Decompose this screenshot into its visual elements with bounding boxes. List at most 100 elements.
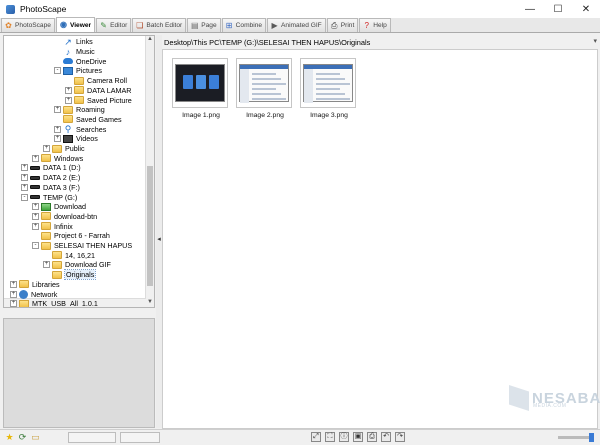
tree-item[interactable]: - SELESAI THEN HAPUS <box>32 241 132 251</box>
expand-icon[interactable]: + <box>10 290 17 298</box>
tree-item[interactable]: + DATA 3 (F:) <box>21 183 80 193</box>
expand-icon[interactable]: + <box>32 222 39 230</box>
expand-icon[interactable]: + <box>65 96 72 104</box>
tree-item[interactable]: Project 6 - Farrah <box>32 231 110 241</box>
status-field-1 <box>68 432 116 443</box>
folder-icon <box>74 86 84 95</box>
folder-open-icon[interactable]: ▭ <box>30 432 41 443</box>
folder-icon <box>74 96 84 105</box>
tree-item[interactable]: + Network <box>10 289 57 299</box>
tree-item[interactable]: - Pictures <box>54 66 102 76</box>
expand-icon[interactable]: + <box>54 135 61 143</box>
thumbnail-item[interactable]: Image 1.png <box>172 58 230 119</box>
thumbnail-image <box>175 64 225 102</box>
tree-item[interactable]: + Infinix <box>32 221 73 231</box>
collapse-icon[interactable]: - <box>21 193 28 201</box>
tree-item[interactable]: + MTK_USB_All_1.0.1 <box>10 299 98 308</box>
info-icon[interactable]: ⓘ <box>339 432 349 442</box>
tree-item[interactable]: OneDrive <box>54 56 106 66</box>
tree-item[interactable]: - TEMP (G:) <box>21 192 77 202</box>
tab-combine[interactable]: ⊞ Combine <box>221 18 267 32</box>
tree-item[interactable]: + DATA LAMAR <box>65 86 131 96</box>
expand-icon[interactable]: + <box>43 145 50 153</box>
redo-icon[interactable]: ↷ <box>395 432 405 442</box>
photoscape-icon: ✿ <box>5 20 12 30</box>
expand-icon[interactable]: + <box>21 174 28 182</box>
save-icon[interactable]: ▣ <box>353 432 363 442</box>
collapse-icon[interactable]: - <box>54 67 61 75</box>
expand-icon[interactable]: + <box>43 261 50 269</box>
tree-item-label: OneDrive <box>76 56 107 66</box>
tree-item[interactable]: Saved Games <box>54 115 122 125</box>
expand-icon[interactable]: + <box>21 183 28 191</box>
thumbnail-item[interactable]: Image 3.png <box>300 58 358 119</box>
tab-animated-gif[interactable]: ▶ Animated GIF <box>267 18 326 32</box>
preview-card <box>196 75 206 89</box>
tree-item[interactable]: + DATA 1 (D:) <box>21 163 81 173</box>
fullscreen-icon[interactable]: ⛶ <box>325 432 335 442</box>
fit-icon[interactable]: ⤢ <box>311 432 321 442</box>
tab-batch-editor[interactable]: ❏ Batch Editor <box>132 18 187 32</box>
tree-item[interactable]: Camera Roll <box>65 76 127 86</box>
net-icon <box>19 289 28 299</box>
scroll-up-icon[interactable]: ▲ <box>146 36 154 44</box>
tree-item[interactable]: 14, 16,21 <box>43 250 95 260</box>
expand-icon[interactable]: + <box>32 212 39 220</box>
tree-item[interactable]: ♪ Music <box>54 47 95 57</box>
tree-item[interactable]: + Libraries <box>10 280 60 290</box>
expand-icon[interactable]: + <box>10 280 17 288</box>
undo-icon[interactable]: ↶ <box>381 432 391 442</box>
expand-icon[interactable]: + <box>21 164 28 172</box>
thumbnail-frame[interactable] <box>236 58 292 108</box>
star-icon[interactable]: ★ <box>4 432 15 443</box>
tree-scroll-thumb[interactable] <box>147 166 153 286</box>
expand-icon[interactable]: + <box>10 300 17 307</box>
path-menu-icon[interactable]: ▾ <box>593 37 597 45</box>
tree-item[interactable]: + Windows <box>32 153 83 163</box>
tree-item[interactable]: + Download <box>32 202 86 212</box>
thumbnail-item[interactable]: Image 2.png <box>236 58 294 119</box>
minimize-button[interactable]: — <box>516 0 544 18</box>
thumbnail-frame[interactable] <box>172 58 228 108</box>
tree-item[interactable]: Originals <box>43 269 97 281</box>
tab-photoscape[interactable]: ✿ PhotoScape <box>1 18 55 32</box>
expand-icon[interactable]: + <box>32 203 39 211</box>
tab-viewer[interactable]: ◉ Viewer <box>55 17 96 32</box>
window-title: PhotoScape <box>20 4 67 14</box>
expand-icon[interactable]: + <box>54 106 61 114</box>
tab-editor[interactable]: ✎ Editor <box>96 18 132 32</box>
print-small-icon[interactable]: ⎙ <box>367 432 377 442</box>
expand-icon[interactable]: + <box>32 154 39 162</box>
folder-tree[interactable]: ▲ ▼ ↗ Links ♪ Music OneDrive - Pictures Camera … <box>3 35 155 308</box>
tab-print[interactable]: ⎙ Print <box>326 18 359 32</box>
preview-line <box>316 93 345 95</box>
zoom-knob[interactable] <box>589 433 594 442</box>
collapse-icon[interactable]: - <box>32 242 39 250</box>
tree-item[interactable]: ↗ Links <box>54 37 93 47</box>
tree-item[interactable]: + Saved Picture <box>65 95 132 105</box>
rotate-icon[interactable]: ⟳ <box>17 432 28 443</box>
tree-item[interactable]: + Videos <box>54 134 98 144</box>
close-button[interactable]: ✕ <box>572 0 600 18</box>
tree-item[interactable]: + Roaming <box>54 105 105 115</box>
expand-icon[interactable]: + <box>54 125 61 133</box>
tree-item[interactable]: + Public <box>43 144 85 154</box>
thumbnail-image <box>303 64 353 103</box>
tree-item-label: Links <box>76 37 93 47</box>
zoom-slider[interactable] <box>558 433 594 442</box>
tree-item-label: MTK_USB_All_1.0.1 <box>32 299 98 308</box>
tree-item[interactable]: + download-btn <box>32 212 97 222</box>
tab-help[interactable]: ? Help <box>359 18 391 32</box>
tree-item[interactable]: + Download GIF <box>43 260 111 270</box>
tree-item-label: Public <box>65 144 85 154</box>
watermark: NESABA MEDIA.COM <box>509 385 600 411</box>
thumbnail-frame[interactable] <box>300 58 356 108</box>
expand-icon[interactable]: + <box>65 86 72 94</box>
tree-item[interactable]: + ⚲ Searches <box>54 124 106 134</box>
scroll-down-icon[interactable]: ▼ <box>146 299 154 307</box>
preview-line <box>252 73 276 75</box>
maximize-button[interactable]: ☐ <box>544 0 572 18</box>
tree-item[interactable]: + DATA 2 (E:) <box>21 173 80 183</box>
tree-vertical-scrollbar[interactable]: ▲ ▼ <box>145 36 154 307</box>
tab-page[interactable]: ▤ Page <box>187 18 221 32</box>
